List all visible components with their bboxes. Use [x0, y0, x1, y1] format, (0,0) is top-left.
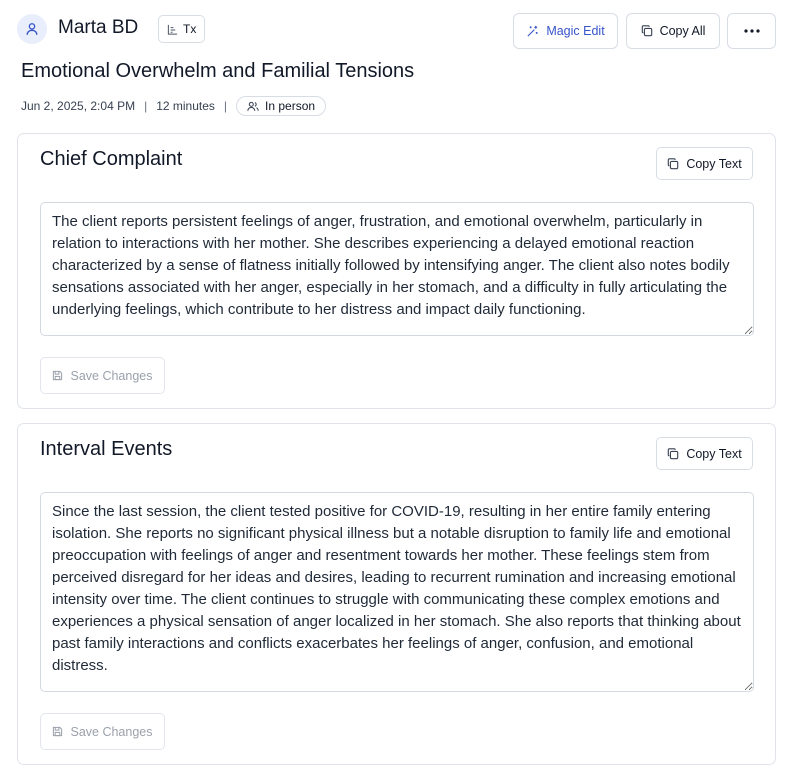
- magic-wand-icon: [526, 25, 539, 38]
- more-options-button[interactable]: [727, 13, 776, 49]
- tx-button[interactable]: Tx: [158, 15, 206, 43]
- magic-edit-button[interactable]: Magic Edit: [513, 13, 618, 49]
- interval-events-textarea[interactable]: Since the last session, the client teste…: [40, 492, 754, 692]
- save-changes-label: Save Changes: [70, 724, 153, 739]
- save-icon: [52, 726, 63, 737]
- copy-all-button[interactable]: Copy All: [626, 13, 720, 49]
- client-name: Marta BD: [58, 17, 139, 38]
- copy-all-label: Copy All: [659, 24, 706, 38]
- user-icon: [25, 22, 39, 36]
- section-title: Chief Complaint: [40, 148, 183, 170]
- copy-text-button[interactable]: Copy Text: [656, 147, 753, 180]
- chief-complaint-textarea[interactable]: The client reports persistent feelings o…: [40, 202, 754, 336]
- copy-text-label: Copy Text: [686, 446, 742, 461]
- session-duration: 12 minutes: [156, 99, 215, 113]
- save-changes-button[interactable]: Save Changes: [40, 357, 165, 394]
- more-icon: [743, 29, 760, 33]
- client-avatar[interactable]: [17, 14, 47, 44]
- top-bar: Marta BD Tx Magic Edit Copy All: [0, 0, 800, 58]
- magic-edit-label: Magic Edit: [546, 24, 605, 38]
- save-changes-label: Save Changes: [70, 368, 153, 383]
- session-mode-label: In person: [265, 99, 316, 113]
- meta-separator: |: [144, 99, 148, 113]
- copy-text-button[interactable]: Copy Text: [656, 437, 753, 470]
- session-meta: Jun 2, 2025, 2:04 PM | 12 minutes | In p…: [21, 96, 327, 116]
- section-interval-events: Interval Events Copy Text Since the last…: [17, 423, 776, 765]
- section-title: Interval Events: [40, 438, 173, 460]
- copy-text-label: Copy Text: [686, 156, 742, 171]
- session-datetime: Jun 2, 2025, 2:04 PM: [21, 99, 136, 113]
- session-title: Emotional Overwhelm and Familial Tension…: [21, 60, 415, 82]
- section-chief-complaint: Chief Complaint Copy Text The client rep…: [17, 133, 776, 409]
- session-mode-badge: In person: [236, 96, 327, 116]
- copy-icon: [667, 447, 679, 460]
- list-chart-icon: [167, 24, 178, 35]
- people-icon: [247, 101, 259, 112]
- copy-icon: [641, 25, 653, 37]
- meta-separator: |: [223, 99, 228, 113]
- save-icon: [52, 370, 63, 381]
- tx-label: Tx: [183, 22, 197, 36]
- save-changes-button[interactable]: Save Changes: [40, 713, 165, 750]
- copy-icon: [667, 157, 679, 170]
